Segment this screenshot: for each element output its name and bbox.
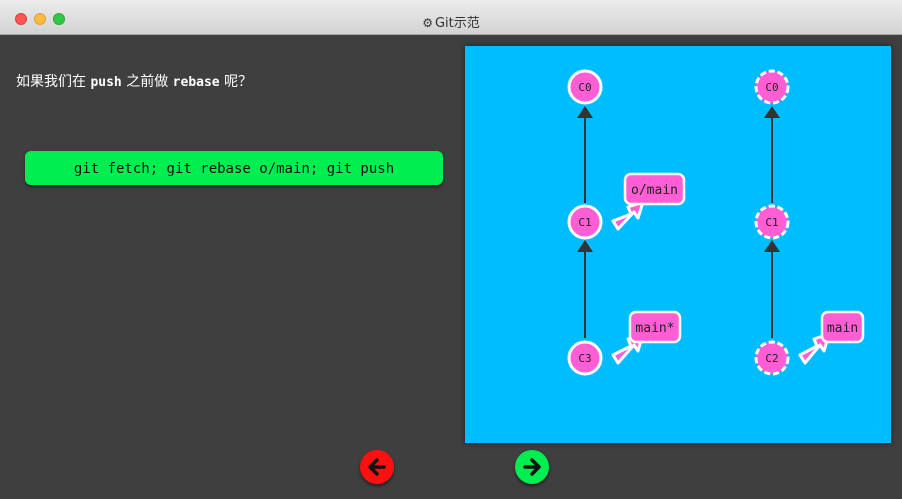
dialog-text-part: 之前做 <box>121 74 173 90</box>
commit-label: C0 <box>578 81 591 94</box>
arrow-left-icon <box>368 458 386 476</box>
code-push: push <box>90 75 122 90</box>
git-graph-svg: C0 C1 C3 C0 C1 C2 o/main main* main <box>567 69 865 376</box>
commit-label: C2 <box>765 352 778 365</box>
remote-commit-node[interactable]: C0 <box>754 69 790 105</box>
window-title: ⚙ Git示范 <box>0 12 902 31</box>
edge-arrowhead <box>764 106 780 118</box>
dialog-text: 如果我们在 push 之前做 rebase 呢？ <box>16 71 252 91</box>
window-top-strip <box>0 35 902 45</box>
edge-arrowhead <box>764 240 780 252</box>
branch-label: main* <box>635 321 674 336</box>
commit-label: C1 <box>765 216 778 229</box>
remote-branch-tag[interactable]: main <box>798 310 865 365</box>
dialog-text-part: 如果我们在 <box>16 74 91 90</box>
commit-label: C3 <box>578 352 591 365</box>
forward-button[interactable] <box>515 450 549 484</box>
window-title-text: Git示范 <box>434 16 480 31</box>
branch-label: o/main <box>631 183 678 198</box>
commit-node[interactable]: C3 <box>567 340 603 376</box>
branch-tag[interactable]: o/main <box>611 172 686 231</box>
branch-label: main <box>827 321 858 336</box>
arrow-right-icon <box>523 458 541 476</box>
commit-label: C0 <box>765 81 778 94</box>
window-titlebar: ⚙ Git示范 <box>0 0 902 35</box>
edge-arrowhead <box>577 240 593 252</box>
commit-node[interactable]: C0 <box>567 69 603 105</box>
branch-tag[interactable]: main* <box>611 310 682 365</box>
edge-arrowhead <box>577 106 593 118</box>
commit-node[interactable]: C1 <box>567 204 603 240</box>
back-button[interactable] <box>360 450 394 484</box>
run-command-button[interactable]: git fetch; git rebase o/main; git push <box>25 151 443 185</box>
remote-commit-node[interactable]: C1 <box>754 204 790 240</box>
dialog-text-part: 呢？ <box>219 74 253 90</box>
commit-label: C1 <box>578 216 591 229</box>
git-visualization-canvas: C0 C1 C3 C0 C1 C2 o/main main* main <box>465 46 891 443</box>
code-rebase: rebase <box>172 75 220 90</box>
gear-icon: ⚙ <box>422 16 433 30</box>
remote-commit-node[interactable]: C2 <box>754 340 790 376</box>
